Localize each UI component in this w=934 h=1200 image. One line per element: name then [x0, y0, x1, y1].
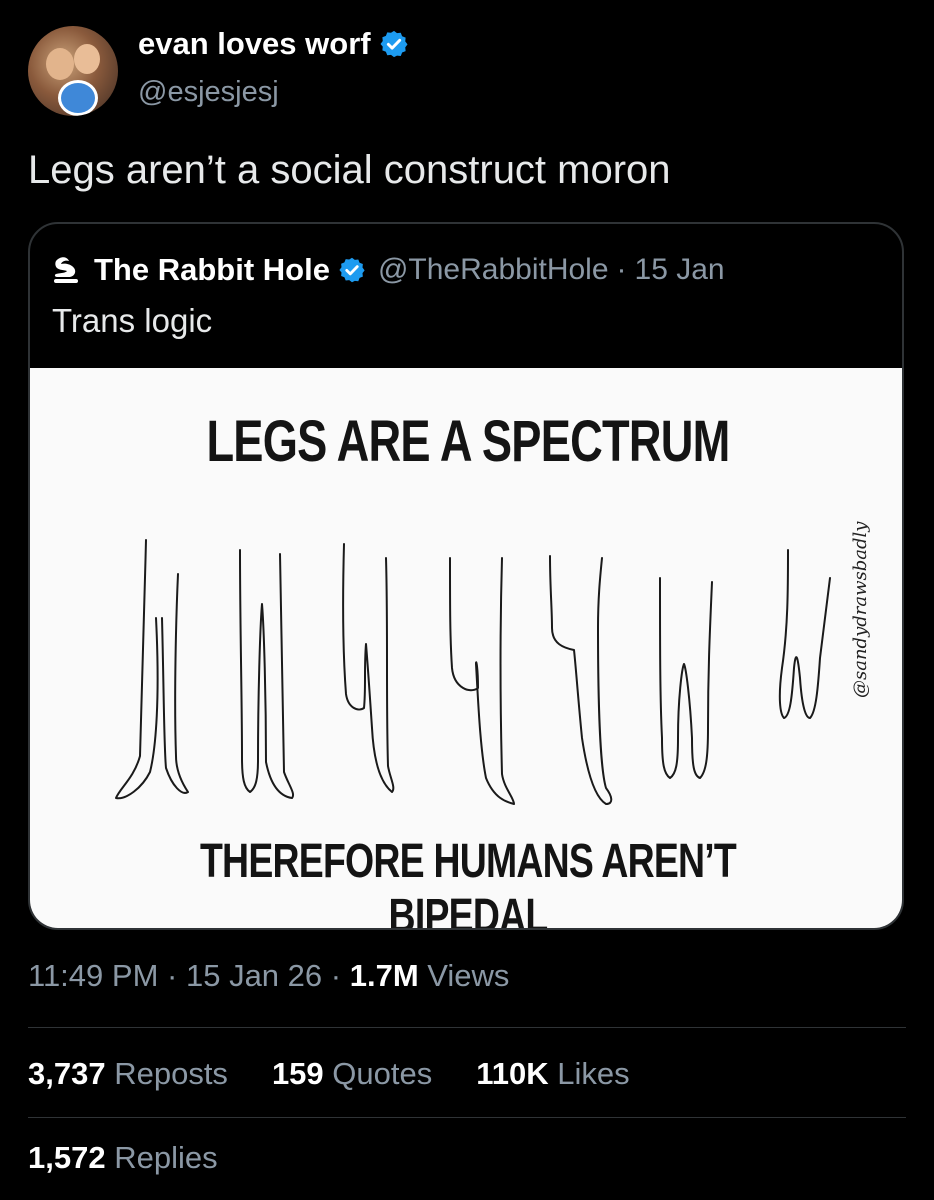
legs-figure-2: [239, 549, 294, 799]
quotes-stat[interactable]: 159 Quotes: [272, 1056, 432, 1092]
replies-stat[interactable]: 1,572 Replies: [28, 1140, 218, 1176]
divider: [28, 1027, 906, 1028]
quoted-tweet-card[interactable]: The Rabbit Hole @TheRabbitHole · 15 Jan …: [28, 222, 904, 930]
engagement-stats: 3,737 Reposts 159 Quotes 110K Likes: [28, 1056, 630, 1092]
divider: [28, 1117, 906, 1118]
author-name-row: evan loves worf: [138, 26, 409, 62]
meme-bottom-text: THEREFORE HUMANS AREN’T BIPEDAL: [199, 835, 737, 930]
legs-figure-4: [449, 557, 515, 805]
quotes-label: Quotes: [332, 1056, 433, 1091]
author-avatar[interactable]: [28, 26, 118, 116]
likes-stat[interactable]: 110K Likes: [476, 1056, 629, 1092]
quoted-author-name[interactable]: The Rabbit Hole: [94, 252, 330, 288]
views-label: Views: [427, 958, 510, 993]
author-handle[interactable]: @esjesjesj: [138, 76, 279, 109]
legs-figure-7: [778, 549, 831, 719]
rabbit-logo-icon: [54, 257, 78, 283]
likes-label: Likes: [557, 1056, 630, 1091]
views-count: 1.7M: [349, 958, 419, 993]
tweet-date[interactable]: 15 Jan 26: [186, 958, 322, 993]
artist-signature: @sandydrawsbadly: [850, 521, 871, 698]
verified-badge-icon: [380, 30, 408, 58]
legs-figure-1: [115, 539, 189, 800]
quoted-tweet-image[interactable]: LEGS ARE A SPECTRUM THEREFORE HUMANS ARE…: [30, 368, 902, 930]
quoted-tweet-text: Trans logic: [52, 302, 213, 339]
legs-figure-5: [549, 555, 613, 805]
likes-count: 110K: [476, 1056, 549, 1091]
avatar-face: [46, 48, 74, 80]
separator-dot: ·: [167, 958, 178, 993]
legs-figure-6: [659, 577, 713, 779]
avatar-toy: [58, 80, 98, 116]
tweet-text: Legs aren’t a social construct moron: [28, 148, 671, 192]
avatar-face: [74, 44, 100, 74]
tweet-time[interactable]: 11:49 PM: [28, 958, 158, 993]
reposts-count: 3,737: [28, 1056, 106, 1091]
reposts-label: Reposts: [114, 1056, 228, 1091]
quotes-count: 159: [271, 1056, 324, 1091]
tweet-meta: 11:49 PM · 15 Jan 26 · 1.7M Views: [28, 958, 509, 994]
quoted-tweet-date[interactable]: 15 Jan: [635, 253, 725, 287]
replies-label: Replies: [114, 1140, 218, 1175]
quoted-author-handle[interactable]: @TheRabbitHole: [378, 253, 609, 287]
author-display-name[interactable]: evan loves worf: [138, 26, 371, 62]
replies-count: 1,572: [28, 1140, 106, 1175]
reposts-stat[interactable]: 3,737 Reposts: [28, 1056, 228, 1092]
quoted-tweet-header: The Rabbit Hole @TheRabbitHole · 15 Jan: [52, 252, 725, 288]
separator-dot: ·: [330, 958, 342, 993]
verified-badge-icon: [339, 257, 365, 283]
legs-figure-3: [342, 543, 395, 793]
separator-dot: ·: [616, 253, 627, 286]
